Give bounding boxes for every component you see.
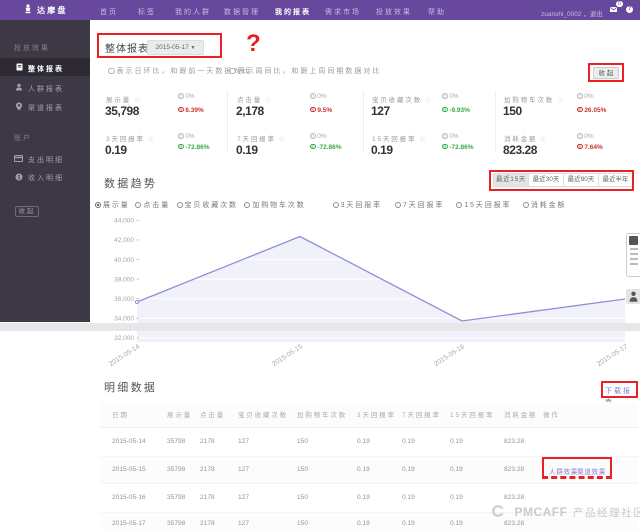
svg-text:34,000: 34,000 — [114, 316, 134, 323]
svg-text:40,000: 40,000 — [114, 257, 134, 264]
svg-text:2015-05-15: 2015-05-15 — [271, 343, 304, 368]
svg-text:2015-05-16: 2015-05-16 — [433, 343, 466, 368]
svg-text:2015-05-14: 2015-05-14 — [108, 343, 141, 368]
svg-text:2015-05-17: 2015-05-17 — [596, 343, 629, 368]
svg-text:44,000: 44,000 — [114, 218, 134, 225]
svg-text:38,000: 38,000 — [114, 276, 134, 283]
svg-text:36,000: 36,000 — [114, 296, 134, 303]
svg-text:32,000: 32,000 — [114, 335, 134, 342]
svg-text:42,000: 42,000 — [114, 237, 134, 244]
svg-text:$: $ — [18, 175, 21, 181]
